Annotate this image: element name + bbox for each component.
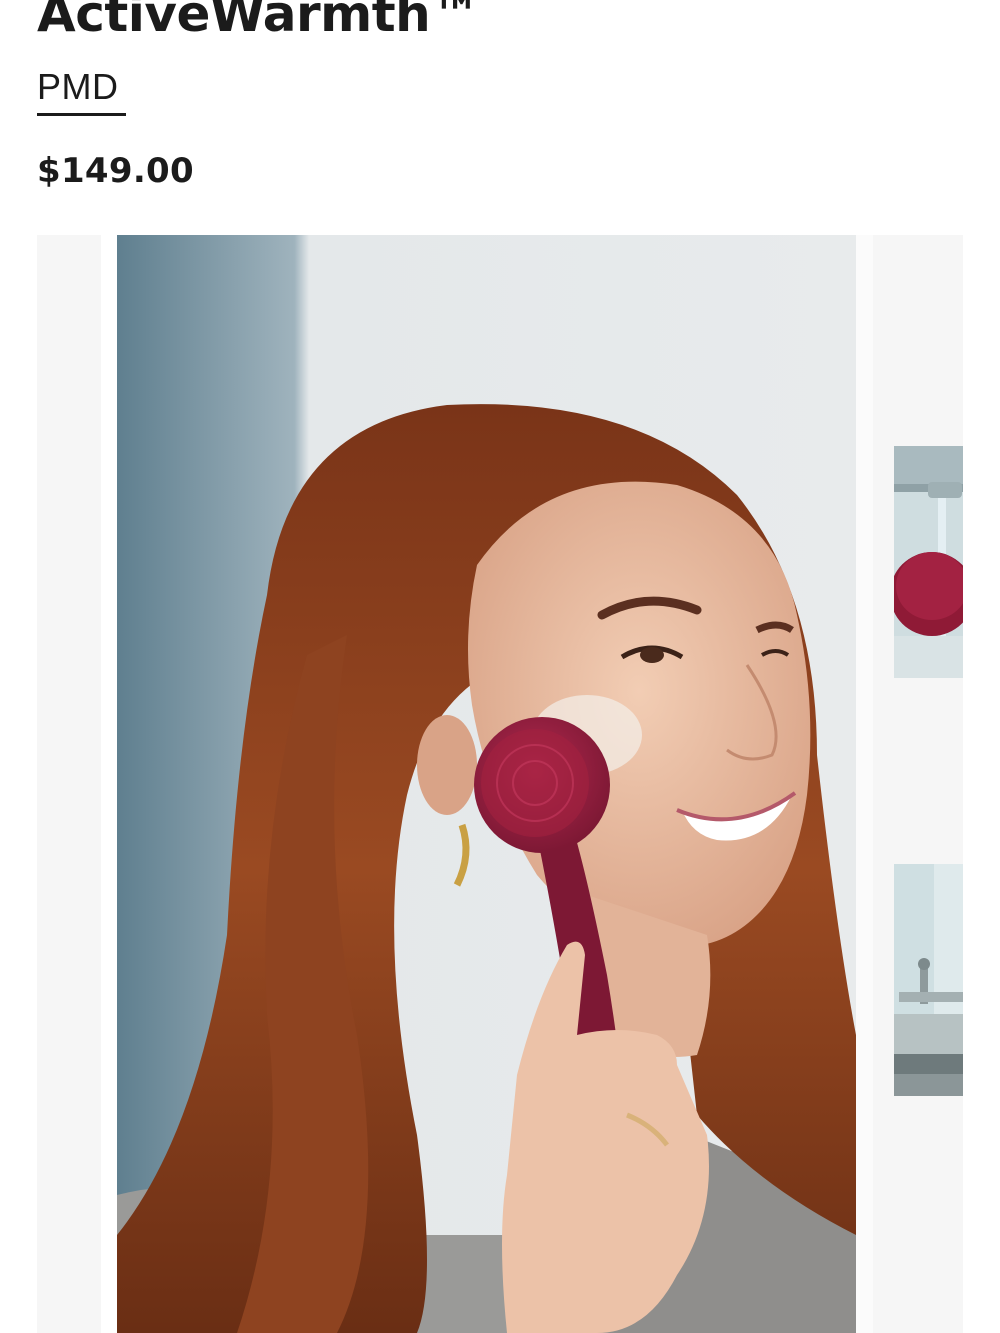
slide-gap	[856, 235, 873, 1333]
product-title: ActiveWarmth™	[37, 0, 480, 43]
brush-under-faucet-image	[894, 446, 963, 678]
previous-slide-edge[interactable]	[37, 235, 101, 1333]
brand-link[interactable]: PMD	[37, 66, 119, 108]
next-slide-edge[interactable]	[873, 235, 963, 1333]
brand-link-underline	[37, 113, 126, 116]
gallery-thumbnail-2[interactable]	[894, 864, 963, 1096]
product-image-carousel[interactable]	[0, 235, 1000, 1333]
product-price: $149.00	[37, 151, 194, 191]
bathroom-counter-image	[894, 864, 963, 1096]
main-product-image[interactable]	[117, 235, 856, 1333]
gallery-thumbnail-1[interactable]	[894, 446, 963, 678]
woman-using-brush-image	[117, 235, 856, 1333]
